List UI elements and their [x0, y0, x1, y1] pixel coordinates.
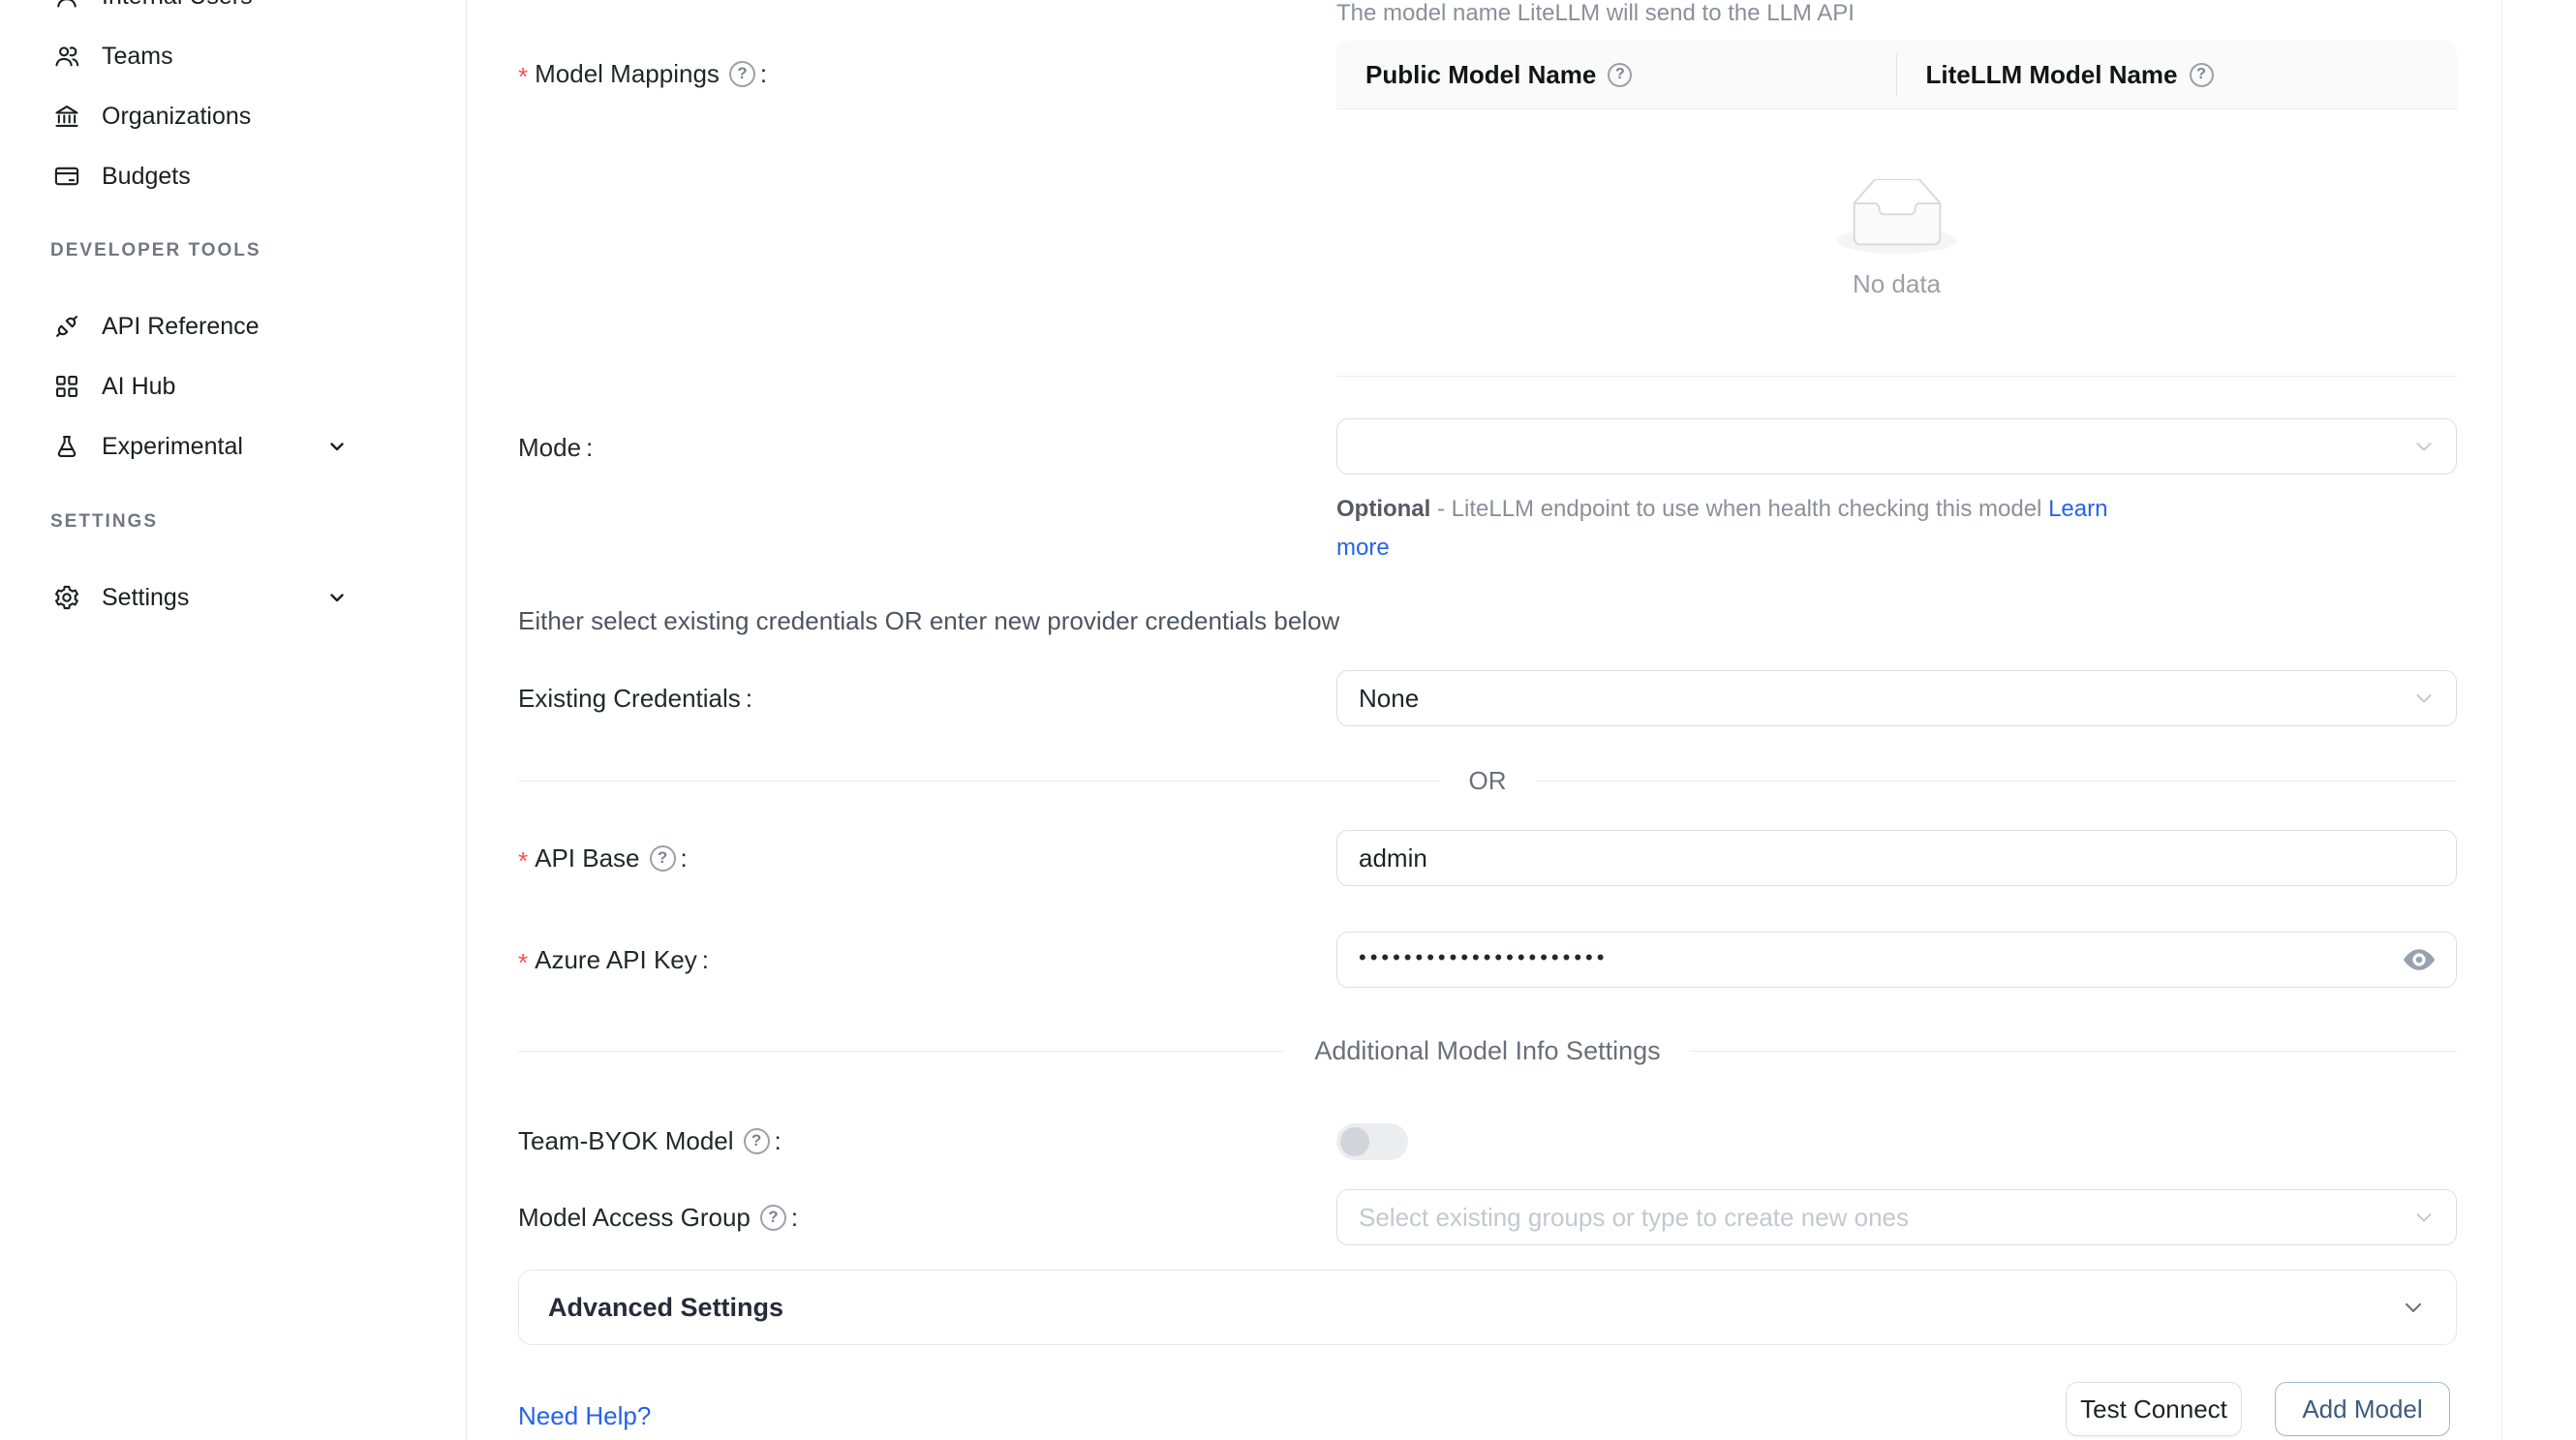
- masked-api-key: ••••••••••••••••••••••: [1359, 945, 1608, 970]
- help-icon[interactable]: [744, 1128, 770, 1154]
- mode-label: Mode :: [518, 428, 593, 467]
- model-mappings-label: * Model Mappings :: [518, 54, 767, 93]
- sidebar-section-settings: SETTINGS: [50, 511, 158, 533]
- sidebar-section-developer-tools: DEVELOPER TOOLS: [50, 240, 261, 261]
- add-model-page: Internal Users Teams Organizations Budge…: [0, 0, 2576, 1440]
- required-asterisk: *: [518, 950, 528, 975]
- sidebar-item-ai-hub[interactable]: AI Hub: [53, 356, 421, 416]
- sidebar-item-label: Teams: [102, 43, 173, 71]
- existing-credentials-value: None: [1359, 684, 1419, 714]
- sidebar-item-label: Internal Users: [102, 0, 253, 11]
- team-byok-toggle[interactable]: [1336, 1123, 1408, 1160]
- model-name-helper-text: The model name LiteLLM will send to the …: [1336, 0, 1855, 27]
- model-access-group-label: Model Access Group :: [518, 1198, 798, 1237]
- sidebar-item-teams[interactable]: Teams: [53, 26, 421, 86]
- sidebar-item-label: API Reference: [102, 313, 260, 341]
- sidebar-item-organizations[interactable]: Organizations: [53, 86, 421, 146]
- plug-icon: [53, 313, 80, 340]
- azure-api-key-input[interactable]: ••••••••••••••••••••••: [1336, 932, 2457, 988]
- credit-card-icon: [53, 163, 80, 190]
- chevron-down-icon: [2400, 1294, 2427, 1321]
- existing-credentials-select[interactable]: None: [1336, 670, 2457, 726]
- azure-api-key-label: * Azure API Key :: [518, 940, 709, 979]
- api-base-input[interactable]: admin: [1336, 830, 2457, 886]
- sidebar: Internal Users Teams Organizations Budge…: [0, 0, 467, 1440]
- help-icon[interactable]: [760, 1205, 786, 1231]
- additional-info-divider: Additional Model Info Settings: [518, 1037, 2457, 1064]
- no-data-text: No data: [1853, 269, 1941, 299]
- eye-icon[interactable]: [2402, 942, 2437, 977]
- column-litellm-model-name: LiteLLM Model Name: [1897, 41, 2458, 108]
- sidebar-item-label: AI Hub: [102, 373, 175, 401]
- empty-inbox-icon: [1837, 179, 1957, 256]
- chevron-down-icon: [2411, 434, 2437, 459]
- model-access-group-placeholder: Select existing groups or type to create…: [1359, 1203, 1909, 1233]
- add-model-button[interactable]: Add Model: [2275, 1382, 2450, 1436]
- model-access-group-select[interactable]: Select existing groups or type to create…: [1336, 1189, 2457, 1245]
- or-divider: OR: [518, 767, 2457, 794]
- test-connect-button[interactable]: Test Connect: [2066, 1382, 2242, 1436]
- teams-icon: [53, 43, 80, 70]
- help-icon[interactable]: [1608, 63, 1632, 87]
- grid-icon: [53, 373, 80, 400]
- api-base-value: admin: [1359, 843, 1427, 873]
- bank-icon: [53, 103, 80, 130]
- toggle-knob: [1340, 1127, 1369, 1156]
- required-asterisk: *: [518, 848, 528, 873]
- help-icon[interactable]: [729, 61, 755, 87]
- advanced-settings-label: Advanced Settings: [548, 1293, 783, 1323]
- advanced-settings-panel[interactable]: Advanced Settings: [518, 1270, 2457, 1345]
- user-icon: [53, 0, 80, 10]
- gear-icon: [53, 584, 80, 611]
- help-icon[interactable]: [650, 845, 676, 872]
- sidebar-item-label: Settings: [102, 584, 189, 612]
- sidebar-item-budgets[interactable]: Budgets: [53, 146, 421, 206]
- help-icon[interactable]: [2190, 63, 2214, 87]
- mode-select[interactable]: [1336, 418, 2457, 475]
- table-header-row: Public Model Name LiteLLM Model Name: [1336, 41, 2457, 109]
- chevron-down-icon: [325, 586, 349, 609]
- sidebar-item-label: Organizations: [102, 103, 251, 131]
- sidebar-item-settings[interactable]: Settings: [53, 567, 421, 628]
- required-asterisk: *: [518, 64, 528, 89]
- model-mappings-table: Public Model Name LiteLLM Model Name No …: [1336, 41, 2457, 377]
- chevron-down-icon: [325, 435, 349, 458]
- table-empty-state: No data: [1336, 109, 2457, 377]
- mode-help-text: Optional - LiteLLM endpoint to use when …: [1336, 490, 2150, 567]
- column-public-model-name: Public Model Name: [1336, 41, 1897, 108]
- sidebar-item-api-reference[interactable]: API Reference: [53, 296, 421, 356]
- need-help-link[interactable]: Need Help?: [518, 1401, 651, 1431]
- sidebar-item-internal-users[interactable]: Internal Users: [53, 0, 421, 26]
- team-byok-label: Team-BYOK Model :: [518, 1121, 782, 1160]
- flask-icon: [53, 433, 80, 460]
- chevron-down-icon: [2411, 1205, 2437, 1230]
- api-base-label: * API Base :: [518, 839, 688, 877]
- chevron-down-icon: [2411, 686, 2437, 711]
- content-right-edge: [2501, 0, 2502, 1440]
- sidebar-item-label: Budgets: [102, 163, 191, 191]
- sidebar-item-label: Experimental: [102, 433, 243, 461]
- existing-credentials-label: Existing Credentials :: [518, 679, 752, 718]
- sidebar-item-experimental[interactable]: Experimental: [53, 416, 421, 476]
- credentials-note: Either select existing credentials OR en…: [518, 606, 1339, 636]
